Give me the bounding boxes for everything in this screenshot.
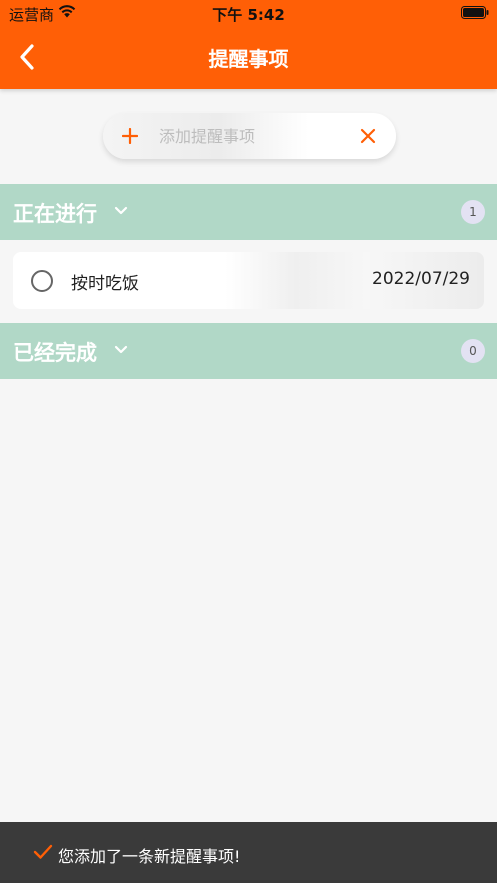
add-reminder-bar xyxy=(103,113,396,159)
battery-icon xyxy=(461,6,489,19)
app-header: 运营商 下午 5:42 提醒事项 xyxy=(0,0,497,89)
close-icon[interactable] xyxy=(360,128,376,144)
add-reminder-input[interactable] xyxy=(159,121,339,151)
checkmark-icon xyxy=(33,844,53,859)
task-title: 按时吃饭 xyxy=(71,274,139,294)
reminders-screen: 运营商 下午 5:42 提醒事项 添加提醒事项 正在进行 1 按时吃饭 2022… xyxy=(0,0,497,883)
status-time: 下午 5:42 xyxy=(212,6,285,24)
chevron-down-icon xyxy=(114,345,128,354)
status-bar: 运营商 下午 5:42 xyxy=(0,0,497,26)
toast-notification: 您添加了一条新提醒事项! xyxy=(0,822,497,883)
count-badge-completed: 0 xyxy=(461,339,485,363)
page-title: 提醒事项 xyxy=(208,47,289,71)
section-title-completed: 已经完成 xyxy=(13,341,97,365)
task-date: 2022/07/29 xyxy=(372,269,470,289)
nav-bar: 提醒事项 xyxy=(0,26,497,89)
section-in-progress[interactable]: 正在进行 1 xyxy=(0,184,497,240)
section-title-in-progress: 正在进行 xyxy=(13,202,97,226)
task-row[interactable]: 按时吃饭 2022/07/29 xyxy=(13,252,484,309)
count-badge-in-progress: 1 xyxy=(461,200,485,224)
task-checkbox[interactable] xyxy=(31,270,53,292)
toast-message: 您添加了一条新提醒事项! xyxy=(58,847,241,866)
chevron-down-icon xyxy=(114,206,128,215)
section-completed[interactable]: 已经完成 0 xyxy=(0,323,497,379)
plus-icon[interactable] xyxy=(122,128,138,144)
